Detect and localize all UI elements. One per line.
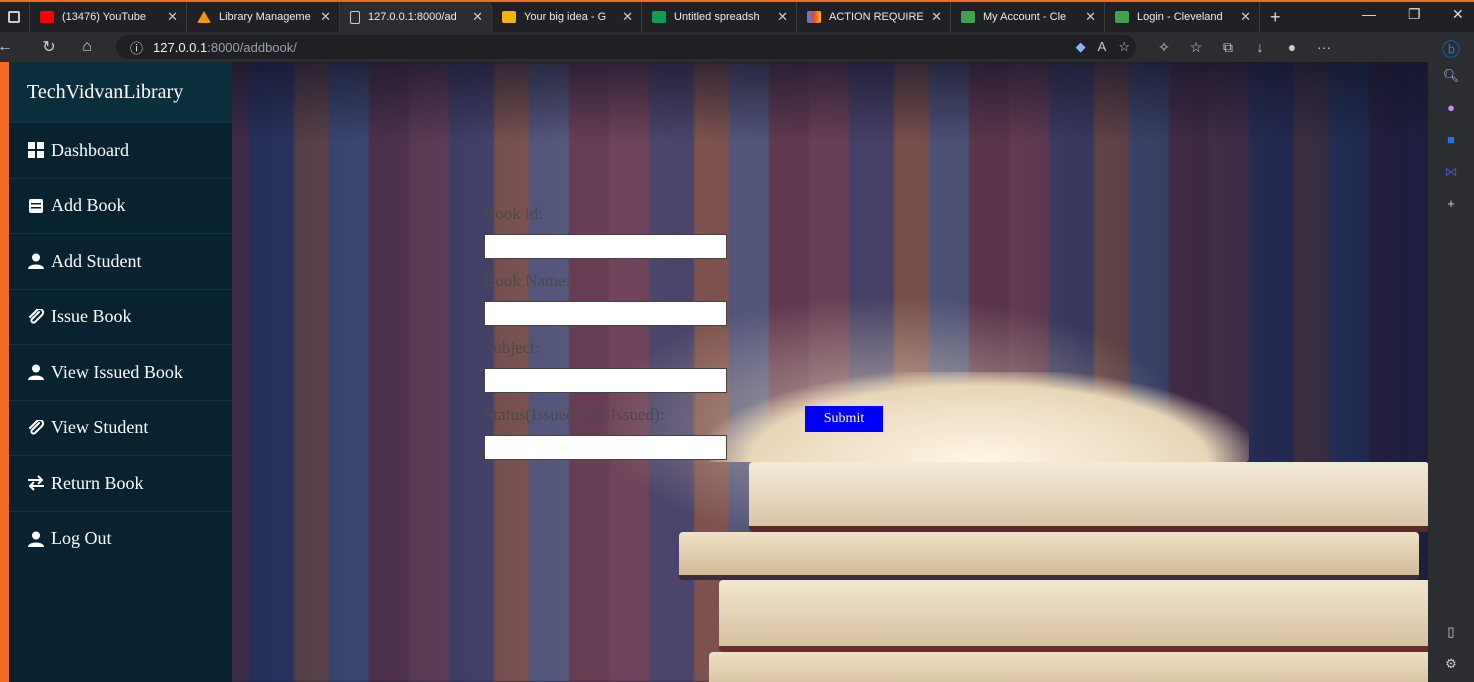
outlook-icon[interactable]: ■ [1442,132,1460,150]
close-icon[interactable]: ✕ [1085,9,1096,25]
close-window-icon[interactable]: ✕ [1452,6,1464,23]
slides-icon [502,11,516,23]
user-icon [27,363,45,381]
sidebar-item-view-student[interactable]: View Student [9,399,232,456]
sidebar-toggle-icon[interactable]: ▯ [1442,624,1460,642]
restore-icon[interactable]: ❐ [1408,6,1421,23]
favorites-icon[interactable]: ☆ [1180,39,1212,56]
sidebar-item-label: Add Student [51,250,142,271]
copilot-icon[interactable]: ● [1442,100,1460,118]
read-aloud-icon[interactable]: A [1098,39,1107,55]
sidebar-item-label: Return Book [51,472,144,493]
extensions-icon[interactable]: ✧ [1148,39,1180,56]
user-icon [27,252,45,270]
browser-tab-bar: (13476) YouTube ✕ Library Manageme ✕ 127… [0,0,1474,32]
sidebar-item-add-student[interactable]: Add Student [9,233,232,289]
subject-input[interactable] [484,368,727,393]
paperclip-icon [27,419,45,437]
profile-icon[interactable]: ● [1276,39,1308,55]
sidebar-item-return-book[interactable]: Return Book [9,455,232,511]
browser-address-bar: ← ↻ ⌂ ⓘ 127.0.0.1:8000/addbook/ ◆ A ☆ ✧ … [0,32,1474,62]
grid-icon [27,141,45,159]
close-icon[interactable]: ✕ [777,9,788,25]
browser-side-panel: ⓑ 🔍︎ ● ■ ⋈ + ▯ ⚙ [1428,32,1474,682]
book-id-label: Book id: [484,204,544,223]
close-icon[interactable]: ✕ [472,9,483,25]
book-name-label: Book Name: [484,271,571,290]
sidebar-item-dashboard[interactable]: Dashboard [9,122,232,178]
tab-title: Login - Cleveland [1137,11,1223,23]
user-icon [27,530,45,548]
tab-addbook[interactable]: 127.0.0.1:8000/ad ✕ [340,2,492,32]
tab-youtube[interactable]: (13476) YouTube ✕ [30,2,187,32]
tab-gmail-action-required[interactable]: ACTION REQUIRE ✕ [797,2,951,32]
gmail-icon [807,11,821,23]
sidebar-item-issue-book[interactable]: Issue Book [9,288,232,345]
games-icon[interactable]: ⋈ [1442,164,1460,182]
subject-label: Subject: [484,338,540,357]
site-icon [961,11,975,23]
tab-login-cleveland[interactable]: Login - Cleveland ✕ [1105,2,1260,32]
status-input[interactable] [484,435,727,460]
sidebar-item-label: Issue Book [51,306,132,327]
url-path: :8000/addbook/ [207,39,297,55]
site-icon [1115,11,1129,23]
settings-icon[interactable]: ⚙ [1442,656,1460,674]
submit-button[interactable]: Submit [805,406,883,432]
sidebar-item-label: Add Book [51,195,126,216]
app-sidebar: TechVidvanLibrary Dashboard Add Book Add… [9,62,232,682]
tag-icon[interactable]: ◆ [1076,39,1086,55]
bing-icon[interactable]: ⓑ [1442,36,1460,60]
back-icon[interactable]: ← [0,38,20,56]
favorite-icon[interactable]: ☆ [1118,39,1130,55]
close-icon[interactable]: ✕ [931,9,942,25]
tab-my-account[interactable]: My Account - Cle ✕ [951,2,1105,32]
page-icon [350,10,360,24]
home-icon[interactable]: ⌂ [72,38,102,56]
exchange-icon [27,474,45,492]
youtube-icon [40,11,54,23]
new-tab-button[interactable]: + [1260,2,1290,32]
brand-title[interactable]: TechVidvanLibrary [9,62,232,122]
url-input[interactable]: ⓘ 127.0.0.1:8000/addbook/ ◆ A ☆ [116,35,1136,59]
tab-library-management[interactable]: Library Manageme ✕ [187,2,340,32]
collections-icon[interactable]: ⧉ [1212,39,1244,56]
minimize-icon[interactable]: — [1362,6,1376,22]
tab-title: (13476) YouTube [62,11,146,23]
tab-title: 127.0.0.1:8000/ad [368,11,457,23]
tab-title: Library Manageme [219,11,311,23]
tab-untitled-spreadsheet[interactable]: Untitled spreadsh ✕ [642,2,797,32]
close-icon[interactable]: ✕ [167,9,178,25]
sidebar-item-log-out[interactable]: Log Out [9,510,232,567]
url-host: 127.0.0.1 [153,39,208,55]
search-icon[interactable]: 🔍︎ [1442,68,1460,86]
tab-title: Your big idea - G [524,11,607,23]
sidebar-item-label: Dashboard [51,139,129,160]
sidebar-item-label: View Issued Book [51,361,183,382]
more-icon[interactable]: ··· [1308,39,1340,55]
book-icon [27,197,45,215]
downloads-icon[interactable]: ↓ [1244,39,1276,55]
tab-actions-button[interactable] [0,2,30,32]
book-name-input[interactable] [484,301,727,326]
sidebar-item-label: Log Out [51,528,112,549]
close-icon[interactable]: ✕ [622,9,633,25]
sheets-icon [652,11,666,23]
refresh-icon[interactable]: ↻ [34,37,64,57]
sidebar-item-label: View Student [51,417,149,438]
paperclip-icon [27,308,45,326]
book-id-input[interactable] [484,234,727,259]
sidebar-item-add-book[interactable]: Add Book [9,177,232,234]
info-icon[interactable]: ⓘ [130,38,143,57]
tab-title: My Account - Cle [983,11,1067,23]
tab-your-big-idea[interactable]: Your big idea - G ✕ [492,2,642,32]
close-icon[interactable]: ✕ [1240,9,1251,25]
tab-title: Untitled spreadsh [674,11,760,23]
sidebar-item-view-issued-book[interactable]: View Issued Book [9,344,232,400]
tab-title: ACTION REQUIRE [829,11,924,23]
add-icon[interactable]: + [1442,196,1460,214]
library-icon [197,11,211,23]
close-icon[interactable]: ✕ [320,9,331,25]
